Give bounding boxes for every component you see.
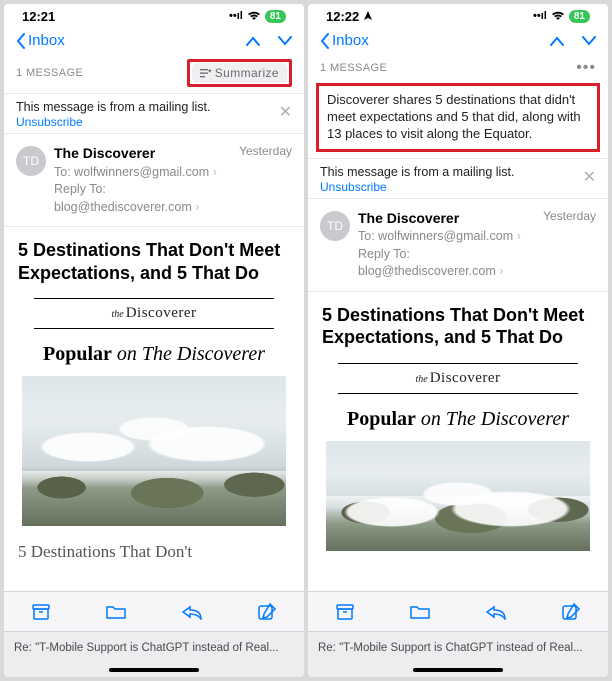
tab-row[interactable]: Re: "T-Mobile Support is ChatGPT instead… [308, 631, 608, 663]
popular-word: Popular [347, 408, 416, 430]
ai-summary-box: Discoverer shares 5 destinations that di… [316, 83, 600, 152]
brand-the: the [111, 309, 123, 320]
prev-message-button[interactable] [246, 36, 260, 46]
avatar: TD [320, 211, 350, 241]
back-label: Inbox [28, 32, 65, 49]
move-button[interactable] [105, 604, 127, 620]
status-time: 12:22 [326, 9, 373, 24]
message-count-bar: 1 MESSAGE Summarize [4, 51, 304, 93]
dismiss-banner-button[interactable]: ✕ [279, 100, 292, 122]
status-bar: 12:22 ••ıl 81 [308, 4, 608, 28]
dismiss-banner-button[interactable]: ✕ [583, 165, 596, 187]
archive-button[interactable] [335, 603, 355, 621]
reply-button[interactable] [181, 604, 203, 620]
reply-label: Reply To: [358, 247, 410, 261]
popular-word: Popular [43, 343, 112, 365]
message-date: Yesterday [239, 144, 292, 216]
prev-message-button[interactable] [550, 36, 564, 46]
hero-image [22, 376, 286, 526]
summarize-icon [200, 68, 212, 79]
tab-title: Re: "T-Mobile Support is ChatGPT instead… [318, 642, 583, 654]
brand-the: the [415, 374, 427, 385]
archive-button[interactable] [31, 603, 51, 621]
popular-rest: on The Discoverer [112, 343, 265, 365]
home-indicator [4, 663, 304, 677]
tab-title: Re: "T-Mobile Support is ChatGPT instead… [14, 642, 279, 654]
brand-divider: theDiscoverer [338, 363, 578, 394]
bottom-toolbar [308, 591, 608, 631]
to-label: To: [54, 165, 71, 179]
chevron-left-icon [320, 33, 330, 49]
mailing-list-banner: This message is from a mailing list. Uns… [308, 158, 608, 199]
avatar: TD [16, 146, 46, 176]
wifi-icon [551, 11, 565, 21]
email-subject: 5 Destinations That Don't Meet Expectati… [4, 227, 304, 292]
back-button[interactable]: Inbox [16, 32, 65, 49]
to-value: wolfwinners@gmail.com [74, 165, 209, 179]
battery-badge: 81 [265, 10, 286, 23]
summarize-highlight: Summarize [187, 59, 292, 87]
home-indicator [308, 663, 608, 677]
popular-rest: on The Discoverer [416, 408, 569, 430]
signal-icon: ••ıl [533, 10, 547, 22]
chevron-right-icon: › [517, 229, 521, 243]
nav-row: Inbox [308, 28, 608, 51]
chevron-right-icon: › [213, 165, 217, 179]
brand-divider: theDiscoverer [34, 298, 274, 329]
chevron-left-icon [16, 33, 26, 49]
mailing-list-text: This message is from a mailing list. [320, 165, 515, 179]
brand-name: Discoverer [430, 370, 501, 386]
reply-value: blog@thediscoverer.com [54, 200, 192, 214]
compose-button[interactable] [257, 602, 277, 622]
status-right: ••ıl 81 [533, 10, 590, 23]
summarize-button[interactable]: Summarize [192, 63, 287, 83]
summarize-label: Summarize [215, 66, 279, 80]
message-count-bar: 1 MESSAGE ••• [308, 51, 608, 83]
bottom-toolbar [4, 591, 304, 631]
sender-name: The Discoverer [358, 209, 535, 229]
reply-label: Reply To: [54, 182, 106, 196]
sender-row[interactable]: TD The Discoverer To: wolfwinners@gmail.… [308, 199, 608, 292]
next-message-button[interactable] [582, 36, 596, 46]
back-button[interactable]: Inbox [320, 32, 369, 49]
message-date: Yesterday [543, 209, 596, 281]
tab-row[interactable]: Re: "T-Mobile Support is ChatGPT instead… [4, 631, 304, 663]
status-time: 12:21 [22, 9, 55, 24]
popular-heading: Popular on The Discoverer [308, 394, 608, 441]
unsubscribe-link[interactable]: Unsubscribe [320, 180, 515, 194]
wifi-icon [247, 11, 261, 21]
unsubscribe-link[interactable]: Unsubscribe [16, 115, 211, 129]
sender-row[interactable]: TD The Discoverer To: wolfwinners@gmail.… [4, 134, 304, 227]
more-button[interactable]: ••• [576, 59, 596, 77]
mailing-list-banner: This message is from a mailing list. Uns… [4, 93, 304, 134]
ai-summary-text: Discoverer shares 5 destinations that di… [327, 92, 581, 141]
signal-icon: ••ıl [229, 10, 243, 22]
compose-button[interactable] [561, 602, 581, 622]
message-count: 1 MESSAGE [320, 62, 387, 74]
popular-heading: Popular on The Discoverer [4, 329, 304, 376]
brand-name: Discoverer [126, 305, 197, 321]
article-subhead: 5 Destinations That Don't [4, 526, 304, 566]
chevron-right-icon: › [499, 264, 503, 278]
email-subject: 5 Destinations That Don't Meet Expectati… [308, 292, 608, 357]
back-label: Inbox [332, 32, 369, 49]
battery-badge: 81 [569, 10, 590, 23]
status-bar: 12:21 ••ıl 81 [4, 4, 304, 28]
phone-left: 12:21 ••ıl 81 Inbox 1 MESSAGE [4, 4, 304, 677]
next-message-button[interactable] [278, 36, 292, 46]
chevron-right-icon: › [195, 200, 199, 214]
nav-row: Inbox [4, 28, 304, 51]
mailing-list-text: This message is from a mailing list. [16, 100, 211, 114]
message-count: 1 MESSAGE [16, 67, 83, 79]
to-label: To: [358, 229, 375, 243]
status-right: ••ıl 81 [229, 10, 286, 23]
move-button[interactable] [409, 604, 431, 620]
phone-right: 12:22 ••ıl 81 Inbox 1 MESSAGE ••• Discov… [308, 4, 608, 677]
reply-value: blog@thediscoverer.com [358, 264, 496, 278]
sender-name: The Discoverer [54, 144, 231, 164]
to-value: wolfwinners@gmail.com [378, 229, 513, 243]
reply-button[interactable] [485, 604, 507, 620]
hero-image [326, 441, 590, 551]
